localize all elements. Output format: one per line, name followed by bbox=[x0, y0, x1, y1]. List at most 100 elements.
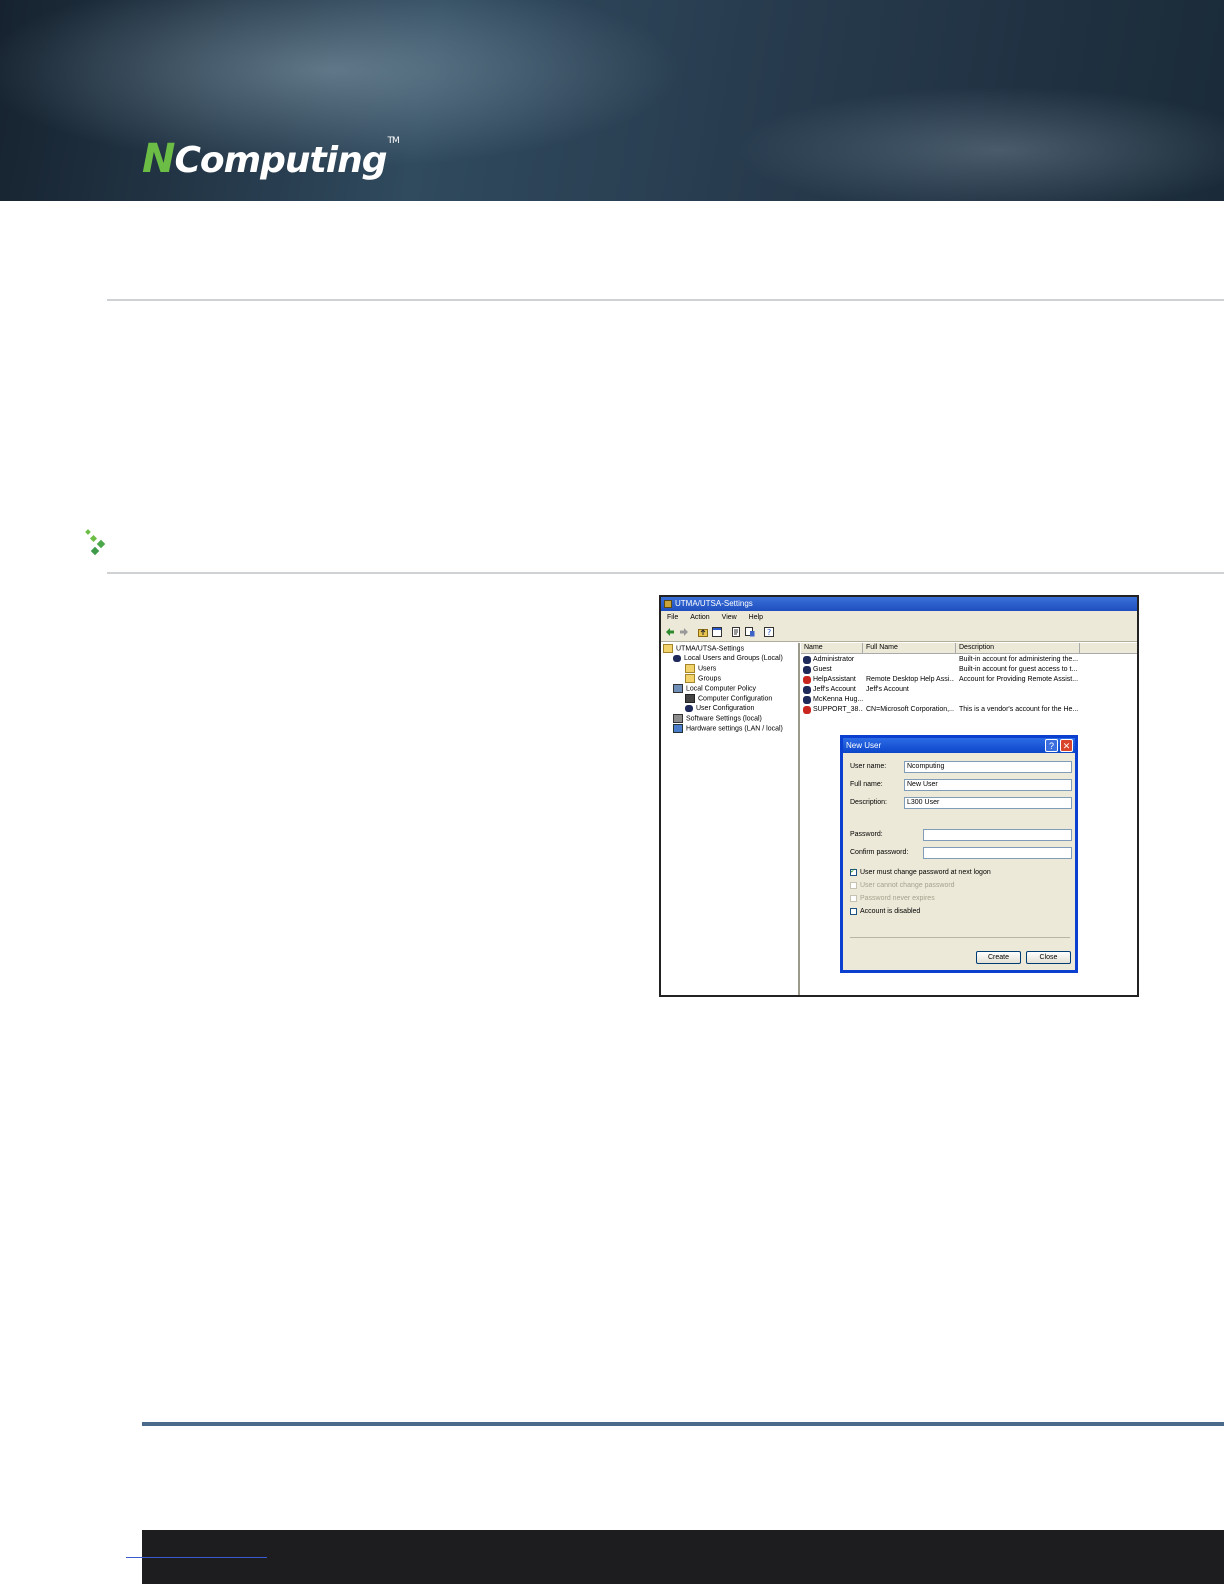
password-field[interactable] bbox=[923, 829, 1072, 841]
close-icon[interactable]: ✕ bbox=[1060, 739, 1073, 752]
table-row[interactable]: Guest Built-in account for guest access t… bbox=[801, 665, 1137, 675]
user-icon bbox=[803, 696, 811, 704]
row-name: McKenna Hug... bbox=[813, 696, 863, 703]
description-field[interactable]: L300 User bbox=[904, 797, 1072, 809]
folder-icon bbox=[685, 664, 695, 673]
table-row[interactable]: McKenna Hug... bbox=[801, 695, 1137, 705]
menu-file[interactable]: File bbox=[667, 611, 678, 624]
tree-label: UTMA/UTSA-Settings bbox=[676, 645, 745, 653]
confirm-password-label: Confirm password: bbox=[850, 849, 909, 856]
forward-icon[interactable] bbox=[679, 627, 689, 637]
table-row[interactable]: HelpAssistant Remote Desktop Help Assi...… bbox=[801, 675, 1137, 685]
dialog-titlebar: New User ? ✕ bbox=[843, 738, 1075, 753]
checkbox-label: User must change password at next logon bbox=[860, 869, 991, 876]
tree-item-software-settings[interactable]: Software Settings (local) bbox=[673, 714, 762, 724]
user-name-label: User name: bbox=[850, 763, 887, 770]
help-icon[interactable]: ? bbox=[764, 627, 774, 637]
menu-help[interactable]: Help bbox=[749, 611, 763, 624]
list-header: Name Full Name Description bbox=[801, 643, 1137, 654]
users-groups-icon bbox=[673, 654, 681, 662]
close-button[interactable]: Close bbox=[1026, 951, 1071, 964]
description-label: Description: bbox=[850, 799, 887, 806]
logo-wordmark: Computing bbox=[174, 140, 387, 181]
tree-item-groups[interactable]: Groups bbox=[685, 674, 721, 684]
app-icon bbox=[664, 600, 672, 608]
export-list-icon[interactable] bbox=[745, 627, 755, 637]
tree-item-local-users-groups[interactable]: Local Users and Groups (Local) bbox=[673, 654, 783, 664]
tree-label: Local Users and Groups (Local) bbox=[684, 655, 783, 662]
password-never-expires-checkbox[interactable]: Password never expires bbox=[850, 894, 935, 904]
checkbox-label: Password never expires bbox=[860, 895, 935, 902]
menu-action[interactable]: Action bbox=[690, 611, 709, 624]
tree-item-hardware-settings[interactable]: Hardware settings (LAN / local) bbox=[673, 724, 783, 734]
tree-item-user-configuration[interactable]: User Configuration bbox=[685, 704, 754, 714]
user-icon bbox=[803, 686, 811, 694]
row-description: Built-in account for administering the..… bbox=[959, 656, 1079, 663]
network-icon bbox=[673, 724, 683, 733]
divider-top bbox=[107, 299, 1224, 301]
account-disabled-checkbox[interactable]: Account is disabled bbox=[850, 907, 920, 917]
tree-label: Users bbox=[698, 665, 717, 673]
divider-section bbox=[107, 572, 1224, 574]
menu-bar: File Action View Help bbox=[661, 611, 1137, 624]
help-button[interactable]: ? bbox=[1045, 739, 1058, 752]
disabled-user-icon bbox=[803, 706, 811, 714]
confirm-password-field[interactable] bbox=[923, 847, 1072, 859]
folder-icon bbox=[663, 644, 673, 653]
tree-label: Groups bbox=[698, 675, 721, 683]
column-name[interactable]: Name bbox=[801, 643, 863, 653]
table-row[interactable]: Jeff's Account Jeff's Account bbox=[801, 685, 1137, 695]
column-description[interactable]: Description bbox=[956, 643, 1080, 653]
new-user-dialog: New User ? ✕ User name: Ncomputing Full … bbox=[840, 735, 1078, 973]
row-full-name: Remote Desktop Help Assi... bbox=[866, 676, 954, 683]
row-full-name: CN=Microsoft Corporation,... bbox=[866, 706, 954, 713]
row-name: Guest bbox=[813, 666, 832, 673]
cannot-change-password-checkbox[interactable]: User cannot change password bbox=[850, 881, 955, 891]
toolbar: ? bbox=[661, 624, 1137, 642]
section-bullet-icon bbox=[85, 529, 106, 556]
full-name-label: Full name: bbox=[850, 781, 883, 788]
table-row[interactable]: SUPPORT_38... CN=Microsoft Corporation,..… bbox=[801, 705, 1137, 715]
checkbox-checked-icon bbox=[850, 867, 857, 877]
footer-bar bbox=[142, 1530, 1224, 1584]
user-name-field[interactable]: Ncomputing bbox=[904, 761, 1072, 773]
checkbox-label: User cannot change password bbox=[860, 882, 955, 889]
checkbox-icon bbox=[850, 894, 857, 902]
tree-item-users[interactable]: Users bbox=[685, 664, 716, 674]
row-name: HelpAssistant bbox=[813, 676, 856, 683]
must-change-password-checkbox[interactable]: User must change password at next logon bbox=[850, 867, 991, 878]
table-row[interactable]: Administrator Built-in account for admini… bbox=[801, 655, 1137, 665]
row-name: SUPPORT_38... bbox=[813, 706, 863, 713]
row-description: This is a vendor's account for the He... bbox=[959, 706, 1079, 713]
row-full-name: Jeff's Account bbox=[866, 686, 909, 693]
row-description: Account for Providing Remote Assist... bbox=[959, 676, 1079, 683]
folder-icon bbox=[685, 674, 695, 683]
password-label: Password: bbox=[850, 831, 883, 838]
software-icon bbox=[673, 714, 683, 723]
full-name-field[interactable]: New User bbox=[904, 779, 1072, 791]
row-name: Jeff's Account bbox=[813, 686, 856, 693]
menu-view[interactable]: View bbox=[722, 611, 737, 624]
tree-item-local-computer-policy[interactable]: Local Computer Policy bbox=[673, 684, 756, 694]
header-banner: NComputingTM bbox=[0, 0, 1224, 201]
tree-item-root[interactable]: UTMA/UTSA-Settings bbox=[663, 644, 744, 654]
tree-label: Computer Configuration bbox=[698, 695, 773, 703]
row-description: Built-in account for guest access to t..… bbox=[959, 666, 1078, 673]
back-icon[interactable] bbox=[665, 627, 675, 637]
user-icon bbox=[803, 656, 811, 664]
logo-trademark: TM bbox=[387, 136, 400, 146]
properties-icon[interactable] bbox=[731, 627, 741, 637]
tree-label: Software Settings (local) bbox=[686, 715, 762, 723]
column-full-name[interactable]: Full Name bbox=[863, 643, 956, 653]
up-folder-icon[interactable] bbox=[698, 627, 708, 637]
create-button[interactable]: Create bbox=[976, 951, 1021, 964]
tree-item-computer-configuration[interactable]: Computer Configuration bbox=[685, 694, 772, 704]
settings-window-screenshot: UTMA/UTSA-Settings File Action View Help… bbox=[659, 595, 1139, 997]
window-titlebar: UTMA/UTSA-Settings bbox=[661, 597, 1137, 611]
checkbox-icon bbox=[850, 907, 857, 915]
show-hide-tree-icon[interactable] bbox=[712, 627, 722, 637]
row-name: Administrator bbox=[813, 656, 855, 663]
checkbox-label: Account is disabled bbox=[860, 908, 921, 915]
window-title: UTMA/UTSA-Settings bbox=[675, 599, 753, 608]
footer-link-underline[interactable] bbox=[126, 1557, 267, 1558]
